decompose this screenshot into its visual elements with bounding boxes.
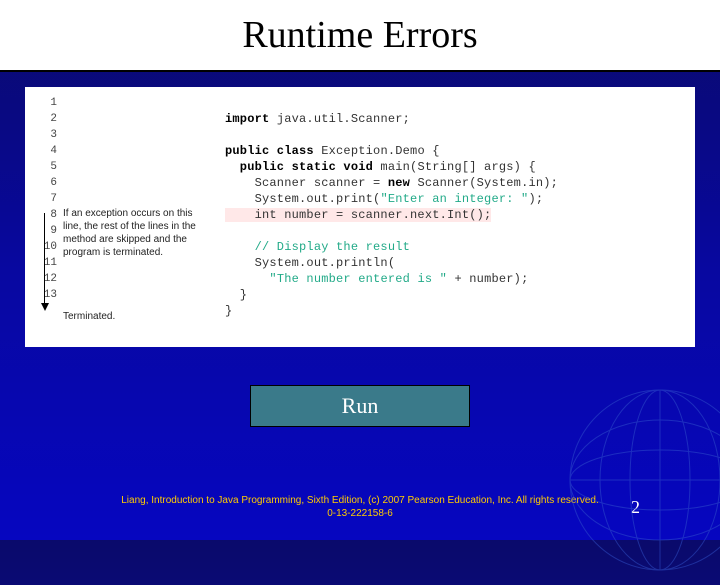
code-comment: // Display the result	[225, 240, 410, 254]
line-gutter: 1 2 3 4 5 6 7 8 9 10 11 12 13	[35, 95, 57, 303]
code-token: java.util.Scanner;	[269, 112, 410, 126]
line-number: 13	[35, 287, 57, 303]
line-number: 2	[35, 111, 57, 127]
title-bar: Runtime Errors	[0, 0, 720, 72]
flow-arrow-head-icon	[41, 303, 49, 311]
page-number: 2	[631, 497, 640, 518]
code-token: Scanner scanner =	[225, 176, 388, 190]
code-token: Scanner(System.in);	[410, 176, 558, 190]
code-token: new	[388, 176, 410, 190]
footer: Liang, Introduction to Java Programming,…	[0, 494, 720, 520]
line-number: 3	[35, 127, 57, 143]
code-token: + number);	[447, 272, 528, 286]
highlighted-line: int number = scanner.next.Int();	[225, 208, 491, 222]
code-token: public class	[225, 144, 314, 158]
code-token: System.out.print(	[225, 192, 380, 206]
code-token: main(String[] args) {	[373, 160, 536, 174]
line-number: 10	[35, 239, 57, 255]
footer-text: Liang, Introduction to Java Programming,…	[120, 494, 600, 520]
code-token: "The number entered is "	[269, 272, 447, 286]
line-number: 5	[35, 159, 57, 175]
code-token: public static void	[225, 160, 373, 174]
terminated-label: Terminated.	[63, 311, 115, 322]
flow-arrow-line	[44, 213, 45, 305]
line-number: 1	[35, 95, 57, 111]
code-token: "Enter an integer: "	[380, 192, 528, 206]
code-token: import	[225, 112, 269, 126]
run-button-label: Run	[342, 393, 379, 419]
code-token: System.out.println(	[225, 256, 395, 270]
run-button[interactable]: Run	[250, 385, 470, 427]
code-area: import java.util.Scanner; public class E…	[225, 95, 685, 319]
line-number: 11	[35, 255, 57, 271]
code-token: Exception.Demo {	[314, 144, 440, 158]
line-number: 8	[35, 207, 57, 223]
slide-title: Runtime Errors	[242, 13, 477, 57]
code-token: }	[225, 304, 232, 318]
globe-icon	[560, 380, 720, 580]
annotation-text: If an exception occurs on this line, the…	[63, 207, 208, 259]
line-number: 4	[35, 143, 57, 159]
line-number: 6	[35, 175, 57, 191]
code-token: }	[225, 288, 247, 302]
code-token: );	[528, 192, 543, 206]
code-token	[225, 272, 269, 286]
code-panel: 1 2 3 4 5 6 7 8 9 10 11 12 13 If an exce…	[25, 87, 695, 347]
line-number: 7	[35, 191, 57, 207]
line-number: 12	[35, 271, 57, 287]
line-number: 9	[35, 223, 57, 239]
